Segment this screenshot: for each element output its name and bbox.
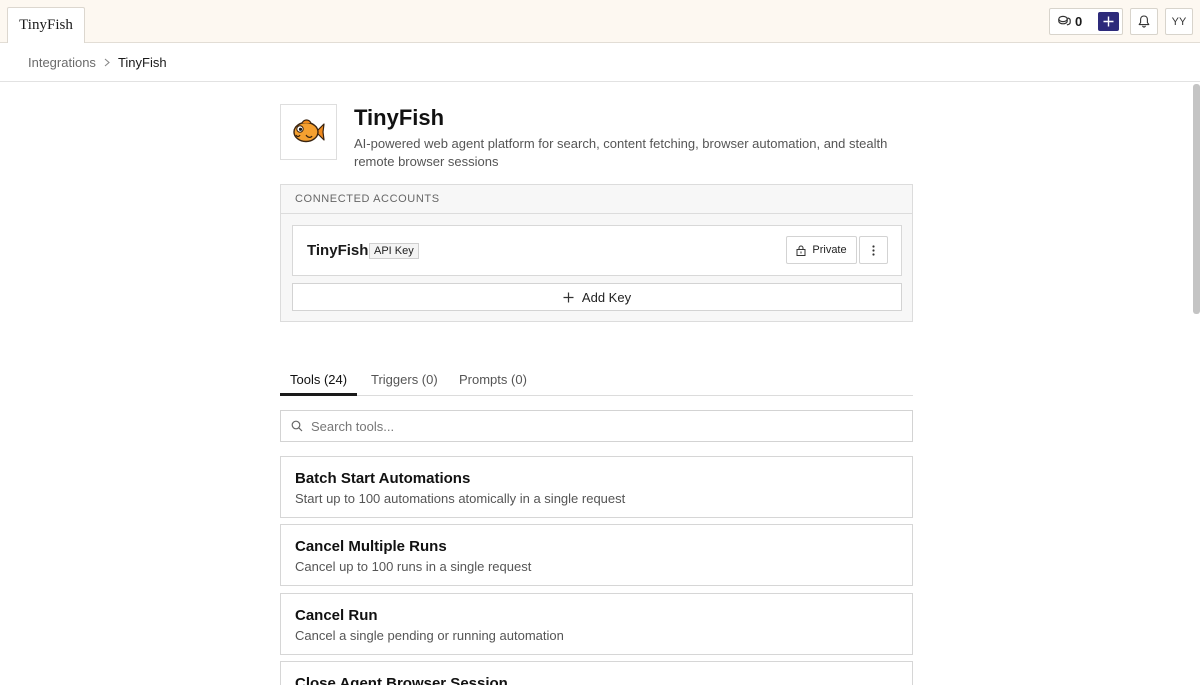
tool-description: Cancel a single pending or running autom… bbox=[295, 628, 564, 643]
breadcrumb: Integrations TinyFish bbox=[0, 43, 1200, 82]
breadcrumb-current: TinyFish bbox=[117, 54, 167, 70]
tool-description: Start up to 100 automations atomically i… bbox=[295, 491, 626, 506]
vertical-dots-icon bbox=[872, 244, 875, 256]
tool-card[interactable]: Close Agent Browser Session bbox=[280, 661, 913, 685]
integration-logo bbox=[280, 104, 337, 160]
credits-button[interactable]: 0 bbox=[1049, 8, 1123, 35]
visibility-private-button[interactable]: Private bbox=[786, 236, 857, 264]
bell-icon bbox=[1138, 15, 1150, 28]
plus-icon bbox=[563, 292, 574, 302]
integration-description: AI-powered web agent platform for search… bbox=[354, 136, 888, 169]
connected-accounts-heading: CONNECTED ACCOUNTS bbox=[281, 185, 912, 214]
account-name: TinyFish bbox=[307, 242, 369, 259]
account-more-button[interactable] bbox=[859, 236, 888, 264]
tools-tabs: Tools (24) Triggers (0) Prompts (0) bbox=[280, 366, 913, 396]
add-key-label: Add Key bbox=[581, 289, 632, 305]
fish-logo-icon bbox=[292, 119, 325, 143]
tab-prompts[interactable]: Prompts (0) bbox=[459, 372, 527, 387]
new-button[interactable] bbox=[1098, 12, 1119, 31]
lock-icon bbox=[796, 244, 806, 256]
search-tools-input[interactable] bbox=[311, 418, 891, 434]
tool-title: Batch Start Automations bbox=[295, 470, 471, 487]
tool-card[interactable]: Batch Start Automations Start up to 100 … bbox=[280, 456, 913, 518]
coins-icon bbox=[1058, 14, 1071, 29]
chevron-right-icon bbox=[104, 58, 110, 67]
tool-card[interactable]: Cancel Multiple Runs Cancel up to 100 ru… bbox=[280, 524, 913, 586]
connected-accounts-panel: CONNECTED ACCOUNTS TinyFish API Key Priv… bbox=[280, 184, 913, 322]
search-icon bbox=[291, 420, 303, 432]
visibility-label: Private bbox=[812, 244, 847, 256]
tab-tools[interactable]: Tools (24) bbox=[290, 372, 347, 387]
plus-icon bbox=[1103, 16, 1114, 27]
tab-triggers[interactable]: Triggers (0) bbox=[371, 372, 438, 387]
tool-card[interactable]: Cancel Run Cancel a single pending or ru… bbox=[280, 593, 913, 655]
account-type-badge: API Key bbox=[369, 243, 419, 259]
notifications-button[interactable] bbox=[1130, 8, 1158, 35]
credits-count: 0 bbox=[1075, 14, 1083, 29]
tool-description: Cancel up to 100 runs in a single reques… bbox=[295, 559, 532, 574]
tool-title: Cancel Run bbox=[295, 607, 378, 624]
account-row: TinyFish API Key Private bbox=[292, 225, 902, 276]
tool-title: Close Agent Browser Session bbox=[295, 675, 508, 685]
app-tab-label: TinyFish bbox=[19, 17, 73, 33]
breadcrumb-integrations-link[interactable]: Integrations bbox=[28, 55, 96, 70]
add-key-button[interactable]: Add Key bbox=[292, 283, 902, 311]
scrollbar-thumb[interactable] bbox=[1193, 84, 1200, 314]
active-tab-indicator bbox=[280, 393, 357, 396]
integration-title: TinyFish bbox=[354, 105, 445, 130]
top-bar: TinyFish 0 YY bbox=[0, 0, 1200, 43]
tool-title: Cancel Multiple Runs bbox=[295, 538, 447, 555]
tools-search bbox=[280, 410, 913, 442]
avatar-initials: YY bbox=[1171, 15, 1187, 28]
user-avatar-button[interactable]: YY bbox=[1165, 8, 1193, 35]
app-tab[interactable]: TinyFish bbox=[7, 7, 85, 43]
